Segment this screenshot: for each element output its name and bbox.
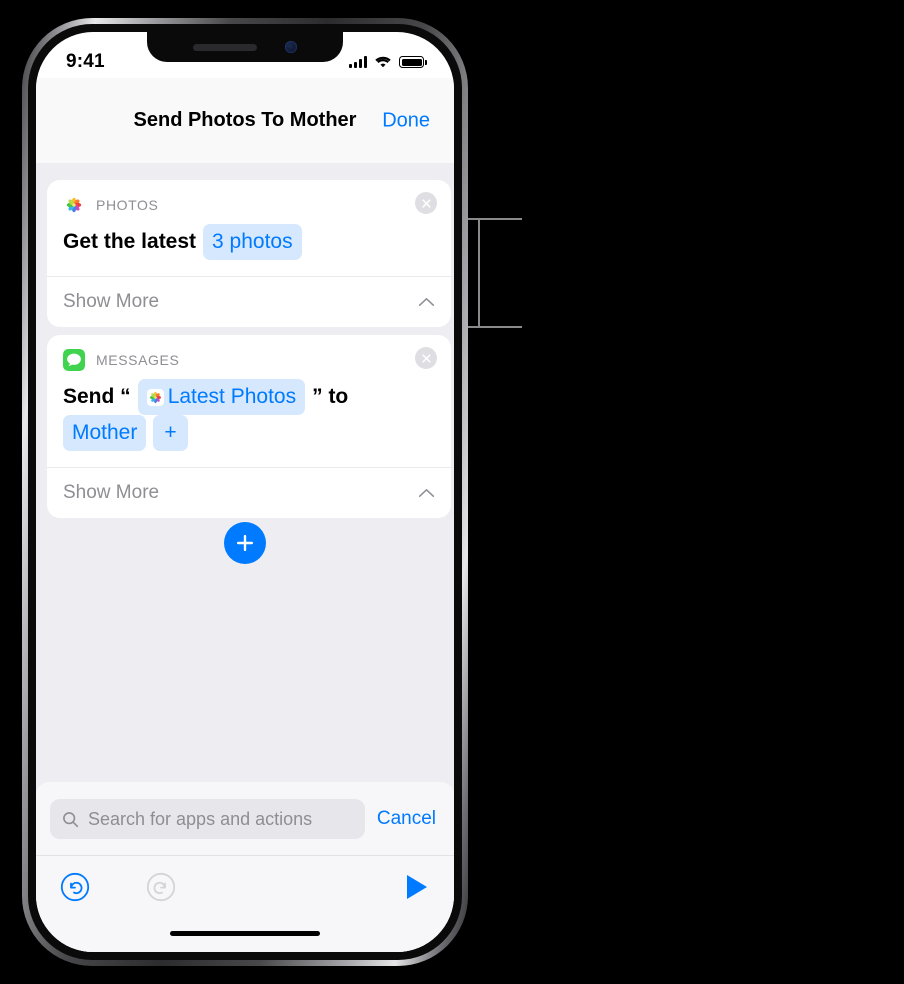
device-screen: 9:41 Send Photos To Mother Done PHOTOS G… bbox=[36, 32, 454, 952]
search-placeholder: Search for apps and actions bbox=[88, 808, 313, 829]
page-title: Send Photos To Mother bbox=[133, 109, 357, 131]
undo-icon[interactable] bbox=[60, 872, 90, 902]
plus-icon bbox=[236, 534, 254, 552]
home-indicator[interactable] bbox=[170, 931, 320, 936]
chevron-up-icon bbox=[418, 298, 435, 306]
photos-app-icon bbox=[63, 194, 85, 216]
show-more-label: Show More bbox=[63, 482, 160, 503]
x-glyph bbox=[421, 198, 431, 208]
done-button[interactable]: Done bbox=[382, 109, 430, 132]
action-sentence: Get the latest 3 photos bbox=[63, 224, 435, 260]
close-icon[interactable] bbox=[415, 347, 437, 369]
chevron-up-icon bbox=[418, 489, 435, 497]
action-app-name: PHOTOS bbox=[96, 197, 159, 213]
callout-line-vertical bbox=[478, 218, 480, 328]
front-camera-icon bbox=[285, 41, 297, 53]
messages-app-icon bbox=[63, 349, 85, 371]
action-sentence: Send “ Latest Photos ” to bbox=[63, 379, 435, 415]
action-sentence-line2: Mother + bbox=[63, 415, 435, 451]
status-bar-time: 9:41 bbox=[66, 51, 105, 72]
show-more-label: Show More bbox=[63, 291, 160, 312]
action-card-body: Send “ Latest Photos ” to Mother + bbox=[47, 377, 451, 467]
navigation-bar: Send Photos To Mother Done bbox=[36, 78, 454, 163]
search-input[interactable]: Search for apps and actions bbox=[50, 799, 365, 839]
battery-icon bbox=[399, 56, 427, 68]
show-more-row-messages[interactable]: Show More bbox=[47, 467, 451, 518]
photos-app-icon bbox=[146, 388, 164, 406]
play-icon[interactable] bbox=[404, 872, 430, 902]
shortcut-editor-content: PHOTOS Get the latest 3 photos Show More… bbox=[36, 163, 454, 952]
action-text-before: Get the latest bbox=[63, 230, 197, 253]
search-row: Search for apps and actions Cancel bbox=[36, 782, 454, 839]
x-glyph bbox=[421, 353, 431, 363]
cellular-signal-icon bbox=[349, 56, 367, 68]
parameter-chip-latest-photos[interactable]: Latest Photos bbox=[137, 379, 306, 415]
add-action-button[interactable] bbox=[224, 522, 266, 564]
iphone-device-frame: 9:41 Send Photos To Mother Done PHOTOS G… bbox=[22, 18, 468, 966]
action-text-middle: ” to bbox=[312, 385, 349, 408]
close-icon[interactable] bbox=[415, 192, 437, 214]
action-card-messages[interactable]: MESSAGES Send “ Latest Photos ” to Mothe… bbox=[47, 335, 451, 518]
parameter-chip-photo-count[interactable]: 3 photos bbox=[203, 224, 302, 260]
screenshot-stage: 9:41 Send Photos To Mother Done PHOTOS G… bbox=[0, 0, 904, 984]
cancel-button[interactable]: Cancel bbox=[377, 808, 440, 830]
chip-label: Latest Photos bbox=[167, 385, 297, 408]
show-more-row-photos[interactable]: Show More bbox=[47, 276, 451, 327]
device-notch bbox=[147, 32, 343, 62]
action-app-name: MESSAGES bbox=[96, 352, 180, 368]
wifi-icon bbox=[375, 56, 391, 67]
add-recipient-button[interactable]: + bbox=[153, 415, 188, 451]
action-card-header: MESSAGES bbox=[47, 335, 451, 377]
action-card-photos[interactable]: PHOTOS Get the latest 3 photos Show More bbox=[47, 180, 451, 327]
status-bar-indicators bbox=[349, 56, 427, 69]
action-text-before: Send “ bbox=[63, 385, 131, 408]
device-bezel: 9:41 Send Photos To Mother Done PHOTOS G… bbox=[28, 24, 462, 960]
parameter-chip-recipient[interactable]: Mother bbox=[63, 415, 147, 451]
search-icon bbox=[63, 811, 79, 827]
action-card-header: PHOTOS bbox=[47, 180, 451, 222]
earpiece-speaker-icon bbox=[193, 43, 257, 51]
action-card-body: Get the latest 3 photos bbox=[47, 222, 451, 276]
bottom-search-sheet: Search for apps and actions Cancel bbox=[36, 782, 454, 952]
editor-toolbar bbox=[36, 855, 454, 917]
redo-icon bbox=[146, 872, 176, 901]
